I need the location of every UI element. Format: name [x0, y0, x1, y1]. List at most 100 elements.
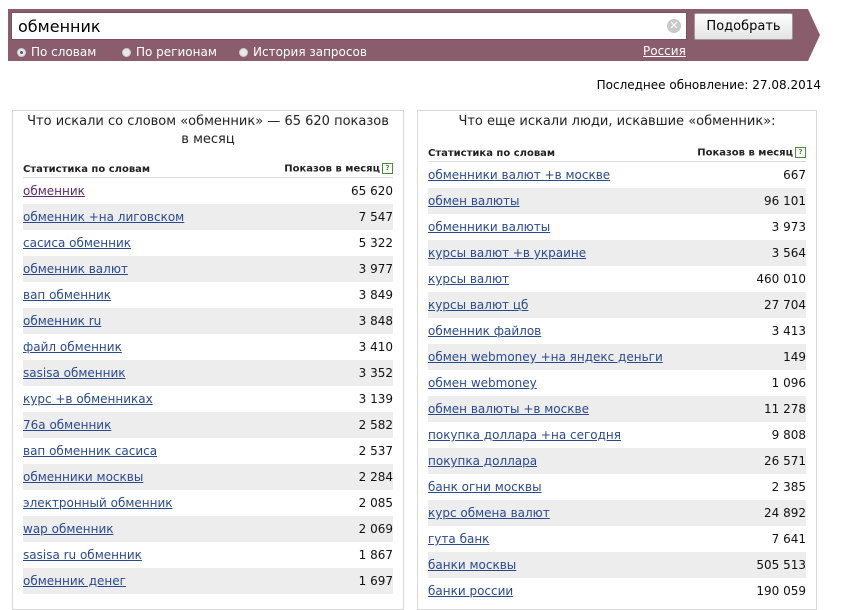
- impressions-count: 3 977: [358, 262, 393, 276]
- impressions-count: 505 513: [756, 558, 806, 572]
- table-row: wap обменник 2 069: [23, 516, 393, 542]
- query-link[interactable]: обмен валюты: [428, 194, 520, 208]
- table-row: обменники москвы 2 284: [23, 464, 393, 490]
- impressions-count: 3 410: [358, 340, 393, 354]
- panel-title: Что еще искали люди, искавшие «обменник»…: [458, 114, 776, 129]
- table-row: курсы валют цб 27 704: [428, 292, 806, 318]
- impressions-count: 667: [783, 168, 806, 182]
- table-row: вап обменник сасиса 2 537: [23, 438, 393, 464]
- impressions-count: 460 010: [756, 272, 806, 286]
- impressions-count: 3 564: [771, 246, 806, 260]
- query-link[interactable]: обменник +на лиговском: [23, 210, 184, 224]
- impressions-count: 2 284: [358, 470, 393, 484]
- tab-label: По регионам: [136, 45, 217, 59]
- query-link[interactable]: курсы валют: [428, 272, 509, 286]
- query-link[interactable]: курс обмена валют: [428, 506, 550, 520]
- impressions-count: 9 808: [771, 428, 806, 442]
- query-link[interactable]: вап обменник: [23, 288, 111, 302]
- query-link[interactable]: wap обменник: [23, 522, 114, 536]
- query-link[interactable]: курсы валют цб: [428, 298, 528, 312]
- query-link[interactable]: файл обменник: [23, 340, 122, 354]
- impressions-count: 3 413: [771, 324, 806, 338]
- search-input[interactable]: [11, 12, 687, 40]
- table-row: курс +в обменниках 3 139: [23, 386, 393, 412]
- table-row: обмен webmoney 1 096: [428, 370, 806, 396]
- query-link[interactable]: 76а обменник: [23, 418, 111, 432]
- query-link[interactable]: гута банк: [428, 532, 489, 546]
- query-link[interactable]: покупка доллара +на сегодня: [428, 428, 621, 442]
- impressions-count: 3 352: [358, 366, 393, 380]
- table-row: банк огни москвы 2 385: [428, 474, 806, 500]
- tab-history[interactable]: История запросов: [239, 45, 367, 59]
- table-row: покупка доллара 26 571: [428, 448, 806, 474]
- column-query-label: Статистика по словам: [428, 147, 556, 159]
- query-link[interactable]: sasisa ru обменник: [23, 548, 142, 562]
- table-row: гута банк 7 641: [428, 526, 806, 552]
- impressions-count: 11 278: [764, 402, 806, 416]
- impressions-count: 26 571: [764, 454, 806, 468]
- impressions-count: 3 973: [771, 220, 806, 234]
- help-icon[interactable]: ?: [795, 147, 806, 159]
- table-row: обмен валюты +в москве 11 278: [428, 396, 806, 422]
- column-header: Статистика по словам Показов в месяц?: [428, 145, 806, 162]
- impressions-count: 1 096: [771, 376, 806, 390]
- table-row: курсы валют 460 010: [428, 266, 806, 292]
- help-icon[interactable]: ?: [382, 163, 393, 175]
- panel-with-word: Что искали со словом «обменник» — 65 620…: [12, 110, 404, 610]
- column-query-label: Статистика по словам: [23, 163, 151, 175]
- table-row: файл обменник 3 410: [23, 334, 393, 360]
- radio-selected-icon: [17, 47, 26, 57]
- query-link[interactable]: электронный обменник: [23, 496, 173, 510]
- impressions-count: 3 848: [358, 314, 393, 328]
- query-link[interactable]: покупка доллара: [428, 454, 537, 468]
- query-link[interactable]: банки москвы: [428, 558, 516, 572]
- query-link[interactable]: обменник файлов: [428, 324, 541, 338]
- query-link[interactable]: обменники москвы: [23, 470, 143, 484]
- query-link[interactable]: обменник: [23, 184, 85, 198]
- table-row: обменник файлов 3 413: [428, 318, 806, 344]
- table-row: обменник ru 3 848: [23, 308, 393, 334]
- table-row: обменники валют +в москве 667: [428, 162, 806, 188]
- impressions-count: 5 322: [358, 236, 393, 250]
- table-row: сасиса обменник 5 322: [23, 230, 393, 256]
- submit-button[interactable]: Подобрать: [694, 13, 793, 40]
- query-link[interactable]: обменники валют +в москве: [428, 168, 610, 182]
- clear-icon[interactable]: ✕: [667, 19, 681, 33]
- query-link[interactable]: обменник ru: [23, 314, 101, 328]
- query-link[interactable]: обмен валюты +в москве: [428, 402, 589, 416]
- tab-by-regions[interactable]: По регионам: [122, 45, 217, 59]
- query-link[interactable]: обмен webmoney: [428, 376, 537, 390]
- table-row: покупка доллара +на сегодня 9 808: [428, 422, 806, 448]
- query-link[interactable]: банки россии: [428, 584, 513, 598]
- impressions-count: 2 069: [358, 522, 393, 536]
- query-link[interactable]: сасиса обменник: [23, 236, 131, 250]
- radio-icon: [239, 47, 248, 57]
- last-update: Последнее обновление: 27.08.2014: [596, 78, 821, 92]
- table-row: обменник валют 3 977: [23, 256, 393, 282]
- query-link[interactable]: sasisa обменник: [23, 366, 126, 380]
- region-link[interactable]: Россия: [643, 44, 686, 58]
- stats-list: обменник 65 620 обменник +на лиговском 7 54…: [23, 178, 393, 594]
- query-link[interactable]: обменник денег: [23, 574, 126, 588]
- impressions-count: 3 139: [358, 392, 393, 406]
- query-link[interactable]: обменники валюты: [428, 220, 550, 234]
- column-count-label: Показов в месяц?: [284, 163, 393, 175]
- impressions-count: 7 547: [358, 210, 393, 224]
- query-link[interactable]: обмен webmoney +на яндекс деньги: [428, 350, 663, 364]
- panel-title: Что искали со словом «обменник» — 65 620…: [27, 114, 389, 147]
- table-row: sasisa ru обменник 1 867: [23, 542, 393, 568]
- impressions-count: 2 085: [358, 496, 393, 510]
- stats-list: обменники валют +в москве 667 обмен валюты…: [428, 162, 806, 604]
- query-link[interactable]: банк огни москвы: [428, 480, 542, 494]
- query-link[interactable]: курс +в обменниках: [23, 392, 153, 406]
- tab-label: История запросов: [253, 45, 367, 59]
- table-row: курс обмена валют 24 892: [428, 500, 806, 526]
- impressions-count: 1 697: [358, 574, 393, 588]
- tab-by-words[interactable]: По словам: [17, 45, 96, 59]
- impressions-count: 24 892: [764, 506, 806, 520]
- impressions-count: 149: [783, 350, 806, 364]
- panel-also-searched: Что еще искали люди, искавшие «обменник»…: [417, 110, 817, 610]
- query-link[interactable]: вап обменник сасиса: [23, 444, 157, 458]
- query-link[interactable]: обменник валют: [23, 262, 128, 276]
- query-link[interactable]: курсы валют +в украине: [428, 246, 586, 260]
